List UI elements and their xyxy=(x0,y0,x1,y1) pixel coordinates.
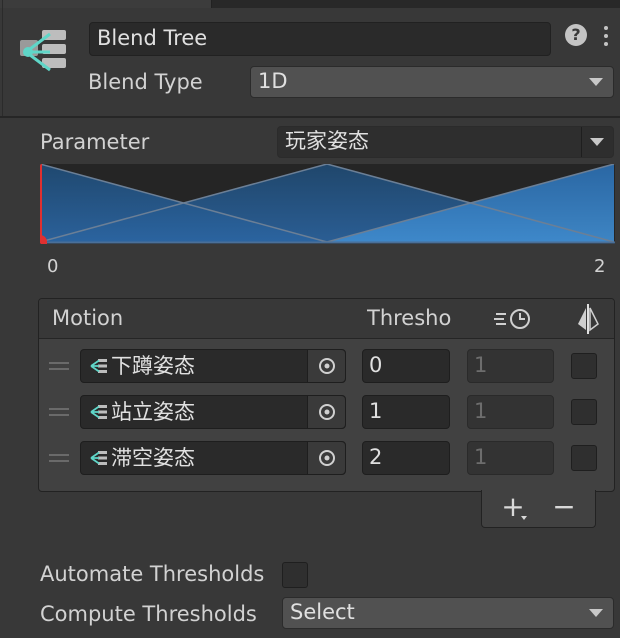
chevron-down-icon xyxy=(589,78,603,86)
motion-name: 滞空姿态 xyxy=(111,446,195,470)
blend-graph[interactable] xyxy=(40,164,615,244)
mirror-checkbox[interactable] xyxy=(571,445,597,471)
compute-thresholds-dropdown[interactable]: Select xyxy=(282,597,614,629)
graph-min-label: 0 xyxy=(47,256,59,277)
automate-thresholds-label: Automate Thresholds xyxy=(40,562,265,586)
object-picker-button[interactable] xyxy=(307,442,345,474)
threshold-field[interactable]: 2 xyxy=(362,441,450,475)
list-footer: + − xyxy=(481,490,596,528)
motion-name: 下蹲姿态 xyxy=(111,354,195,378)
mirror-checkbox[interactable] xyxy=(571,353,597,379)
blend-type-label: Blend Type xyxy=(88,70,203,94)
motion-name: 站立姿态 xyxy=(111,400,195,424)
blend-tree-small-icon xyxy=(89,404,107,420)
compute-thresholds-label: Compute Thresholds xyxy=(40,602,257,626)
parameter-value: 玩家姿态 xyxy=(285,129,369,153)
chevron-down-icon xyxy=(589,609,603,617)
column-motion-header: Motion xyxy=(52,306,124,330)
speed-clock-icon xyxy=(494,308,534,330)
list-item: 下蹲姿态 0 1 xyxy=(39,345,614,385)
list-item: 站立姿态 1 1 xyxy=(39,391,614,431)
object-picker-button[interactable] xyxy=(307,396,345,428)
parameter-marker-line xyxy=(40,164,42,244)
motion-list: Motion Thresho 下蹲姿态 0 1 站立姿态 1 1 滞空姿态 2 … xyxy=(38,298,615,492)
parameter-dropdown[interactable]: 玩家姿态 xyxy=(277,126,614,158)
motion-field[interactable]: 下蹲姿态 xyxy=(80,349,346,383)
section-divider xyxy=(0,116,620,118)
tab-active[interactable] xyxy=(0,0,212,8)
remove-button[interactable]: − xyxy=(549,492,579,522)
chevron-down-icon xyxy=(590,138,604,146)
motion-field[interactable]: 站立姿态 xyxy=(80,395,346,429)
blend-tree-small-icon xyxy=(89,450,107,466)
graph-max-label: 2 xyxy=(594,256,606,277)
speed-field: 1 xyxy=(467,395,554,429)
drag-handle[interactable] xyxy=(49,454,69,462)
left-gutter-line xyxy=(2,0,3,116)
blend-type-dropdown[interactable]: 1D xyxy=(250,66,614,98)
motion-field[interactable]: 滞空姿态 xyxy=(80,441,346,475)
threshold-field[interactable]: 0 xyxy=(362,349,450,383)
drag-handle[interactable] xyxy=(49,362,69,370)
speed-field: 1 xyxy=(467,441,554,475)
speed-field: 1 xyxy=(467,349,554,383)
automate-thresholds-checkbox[interactable] xyxy=(282,562,308,588)
add-dropdown-caret xyxy=(521,516,527,520)
blend-type-value: 1D xyxy=(258,69,288,93)
remove-icon: − xyxy=(552,490,576,523)
mirror-icon xyxy=(575,304,601,334)
blend-tree-small-icon xyxy=(89,358,107,374)
blend-tree-icon xyxy=(20,26,70,78)
blend-tree-name-field[interactable]: Blend Tree xyxy=(89,22,551,56)
column-threshold-header: Thresho xyxy=(367,306,451,330)
mirror-checkbox[interactable] xyxy=(571,399,597,425)
help-icon[interactable]: ? xyxy=(565,24,587,46)
kebab-menu-icon[interactable] xyxy=(603,25,609,47)
compute-thresholds-value: Select xyxy=(290,600,355,624)
object-picker-button[interactable] xyxy=(307,350,345,382)
list-item: 滞空姿态 2 1 xyxy=(39,437,614,477)
threshold-field[interactable]: 1 xyxy=(362,395,450,429)
parameter-label: Parameter xyxy=(40,130,150,154)
drag-handle[interactable] xyxy=(49,408,69,416)
parameter-dropdown-button[interactable] xyxy=(581,127,613,157)
